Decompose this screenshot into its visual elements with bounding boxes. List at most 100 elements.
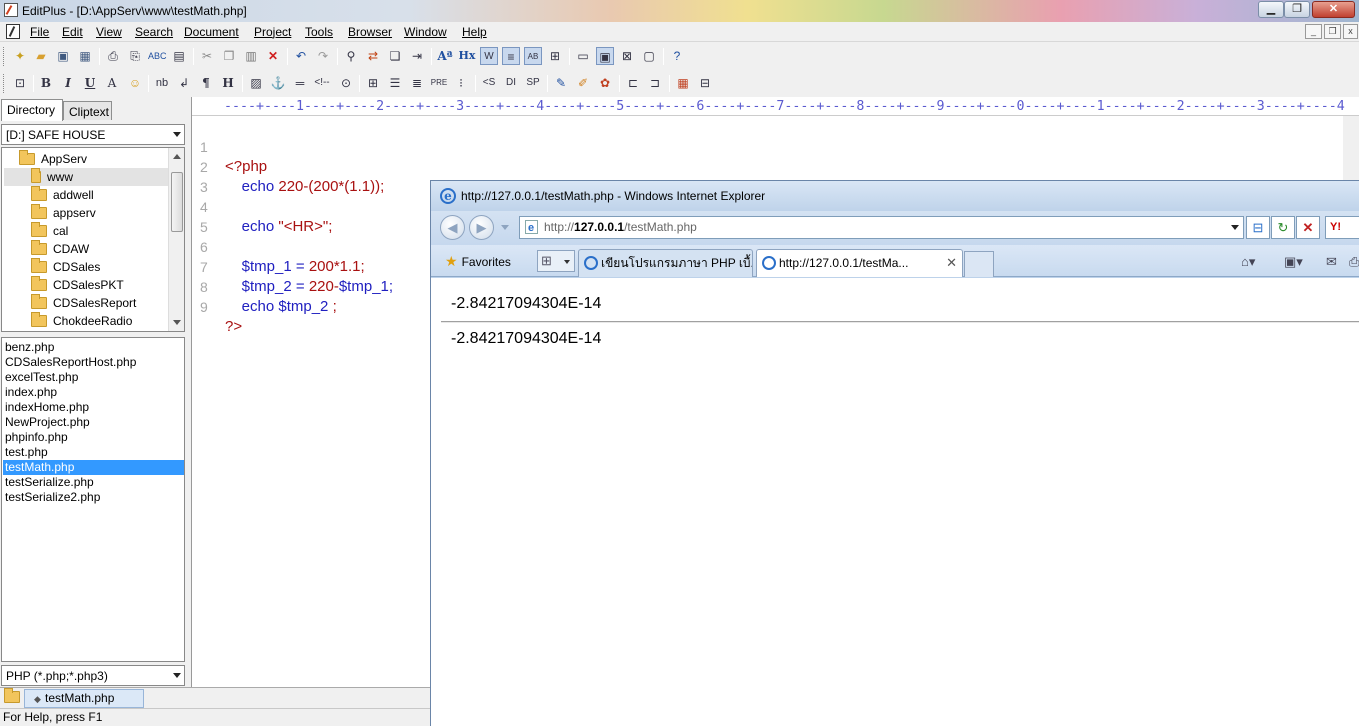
heading-button[interactable]: H — [219, 74, 237, 92]
tree-folder[interactable]: addwell — [31, 186, 94, 204]
copy-icon[interactable]: ❐ — [220, 47, 238, 65]
file-item[interactable]: phpinfo.php — [3, 430, 184, 445]
forward-button[interactable]: ▶ — [469, 215, 494, 240]
editplus-app-icon[interactable] — [4, 3, 18, 17]
code-line[interactable]: 8 echo $tmp_2 ; — [192, 257, 432, 315]
align-icon[interactable]: ≣ — [408, 74, 426, 92]
table-icon[interactable]: ⊞ — [364, 74, 382, 92]
color-icon[interactable]: ☺ — [126, 74, 144, 92]
tree-folder[interactable]: CDSalesReport — [31, 294, 136, 312]
find-in-files-icon[interactable]: ❏ — [386, 47, 404, 65]
code-line[interactable]: 6 $tmp_1 = 200*1.1; — [192, 217, 432, 275]
tree-folder[interactable]: ChokdeeRadio — [31, 312, 132, 330]
tab-directory[interactable]: Directory — [1, 99, 63, 121]
tree-folder-selected[interactable]: www — [4, 168, 170, 186]
close-button[interactable]: ✕ — [1312, 1, 1355, 18]
bold-button[interactable]: B — [37, 74, 55, 92]
nbsp-button[interactable]: nb — [153, 74, 171, 92]
color-picker-icon[interactable]: ▦ — [674, 74, 692, 92]
quick-tabs-button[interactable]: ⊞ — [537, 250, 575, 272]
print-icon[interactable]: ⎘ — [126, 47, 144, 65]
open-icon[interactable]: ▰ — [32, 47, 50, 65]
code-line[interactable]: 3 — [192, 157, 432, 195]
menu-search[interactable]: Search — [135, 25, 173, 39]
view-icon[interactable]: ▭ — [574, 47, 592, 65]
toolbar-grip[interactable] — [3, 74, 6, 93]
paste-icon[interactable]: ▥ — [242, 47, 260, 65]
scroll-up-icon[interactable] — [173, 154, 181, 159]
menu-edit[interactable]: Edit — [62, 25, 83, 39]
mdi-minimize-button[interactable]: _ — [1305, 24, 1322, 39]
folder-tree[interactable]: AppServ www addwell appserv cal CDAW CDS… — [1, 147, 185, 332]
home-icon[interactable]: ⌂▾ — [1241, 254, 1255, 270]
code-line[interactable]: 5 — [192, 197, 432, 235]
script-icon[interactable]: ⊙ — [337, 74, 355, 92]
file-item[interactable]: NewProject.php — [3, 415, 184, 430]
drive-select[interactable]: [D:] SAFE HOUSE — [1, 124, 185, 145]
chevron-down-icon[interactable] — [1231, 225, 1239, 230]
tag-icon[interactable]: ⊏ — [624, 74, 642, 92]
delete-icon[interactable]: ✕ — [264, 47, 282, 65]
insert-icon[interactable]: ⊐ — [646, 74, 664, 92]
hex-icon[interactable]: Hx — [458, 47, 476, 65]
tree-folder[interactable]: CDSalesPKT — [31, 276, 124, 294]
file-item[interactable]: test.php — [3, 445, 184, 460]
save-all-icon[interactable]: ▦ — [76, 47, 94, 65]
font-button[interactable]: A — [103, 74, 121, 92]
favorites-button[interactable]: ★ Favorites — [445, 253, 511, 270]
code-line[interactable]: 7 $tmp_2 = 220-$tmp_1; — [192, 237, 432, 295]
italic-button[interactable]: I — [59, 74, 77, 92]
code-line[interactable]: 2 echo 220-(200*(1.1)); — [192, 137, 432, 195]
browser-tab-active[interactable]: http://127.0.0.1/testMa... ✕ — [756, 249, 963, 277]
code-line[interactable]: 4 echo "<HR>"; — [192, 177, 432, 235]
menu-browser[interactable]: Browser — [348, 25, 392, 39]
history-dropdown-icon[interactable] — [501, 225, 509, 230]
file-item[interactable]: indexHome.php — [3, 400, 184, 415]
refresh-button[interactable]: ↻ — [1271, 216, 1295, 239]
file-item[interactable]: index.php — [3, 385, 184, 400]
mail-icon[interactable]: ✉ — [1326, 254, 1337, 270]
search-box[interactable]: Y! — [1325, 216, 1359, 239]
find-icon[interactable]: ⚲ — [342, 47, 360, 65]
list-icon[interactable]: ⁝ — [452, 74, 470, 92]
tree-scrollbar[interactable] — [168, 148, 184, 331]
cliptext-icon[interactable]: ⊠ — [618, 47, 636, 65]
paragraph-button[interactable]: ¶ — [197, 74, 215, 92]
code-line[interactable]: 9 ?> — [192, 277, 432, 335]
maximize-button[interactable]: ❐ — [1284, 1, 1310, 18]
file-item-selected[interactable]: testMath.php — [3, 460, 184, 475]
underline-button[interactable]: U — [81, 74, 99, 92]
print-icon[interactable]: ⎙ — [1349, 254, 1359, 270]
save-icon[interactable]: ▣ — [54, 47, 72, 65]
cut-icon[interactable]: ✂ — [198, 47, 216, 65]
anchor-icon[interactable]: ⚓ — [269, 74, 287, 92]
new-tab-button[interactable] — [964, 251, 994, 277]
word-wrap-icon[interactable]: W — [480, 47, 498, 65]
menu-project[interactable]: Project — [254, 25, 291, 39]
comment-icon[interactable]: <!-- — [313, 74, 331, 92]
hr-icon[interactable]: ═ — [291, 74, 309, 92]
pre-button[interactable]: PRE — [430, 74, 448, 92]
font-size-icon[interactable]: Aª — [436, 47, 454, 65]
file-item[interactable]: benz.php — [3, 340, 184, 355]
html-preview-icon[interactable]: ⊡ — [11, 74, 29, 92]
file-item[interactable]: excelTest.php — [3, 370, 184, 385]
file-item[interactable]: testSerialize2.php — [3, 490, 184, 505]
goto-icon[interactable]: ⇥ — [408, 47, 426, 65]
browser-tab[interactable]: เขียนโปรแกรมภาษา PHP เบื้... — [578, 249, 753, 277]
style-button[interactable]: <S — [480, 74, 498, 92]
ruler-icon[interactable]: ⊞ — [546, 47, 564, 65]
tree-folder[interactable]: CDSales — [31, 258, 100, 276]
undo-icon[interactable]: ↶ — [292, 47, 310, 65]
feeds-icon[interactable]: ▣▾ — [1284, 254, 1303, 270]
replace-icon[interactable]: ⇄ — [364, 47, 382, 65]
file-list[interactable]: benz.php CDSalesReportHost.php excelTest… — [1, 337, 185, 662]
tab-cliptext[interactable]: Cliptext — [63, 101, 112, 120]
file-filter-select[interactable]: PHP (*.php;*.php3) — [1, 665, 185, 686]
tree-folder[interactable]: cal — [31, 222, 68, 240]
menu-document[interactable]: Document — [184, 25, 239, 39]
scroll-thumb[interactable] — [171, 172, 183, 232]
fullscreen-icon[interactable]: ▣ — [596, 47, 614, 65]
code-line[interactable]: 1 <?php — [192, 117, 432, 175]
document-tab[interactable]: ◆ testMath.php — [24, 689, 144, 708]
